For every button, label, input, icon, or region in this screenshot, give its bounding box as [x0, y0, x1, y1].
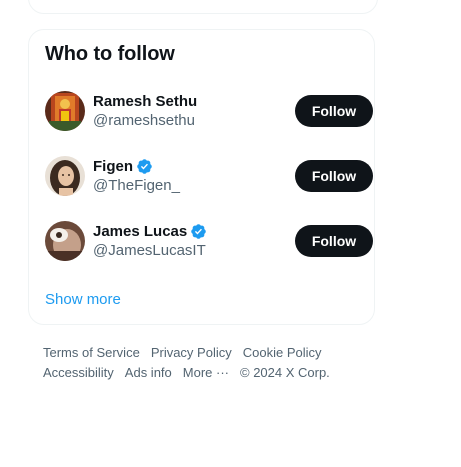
who-to-follow-card: Who to follow Ramesh Sethu @rameshsethu …	[28, 29, 375, 325]
user-row-thefigen[interactable]: Figen @TheFigen_ Follow	[45, 156, 373, 198]
footer-links: Terms of Service Privacy Policy Cookie P…	[43, 343, 363, 383]
privacy-policy-link[interactable]: Privacy Policy	[151, 343, 232, 363]
more-menu-button[interactable]: More ···	[183, 363, 229, 383]
user-name[interactable]: Figen	[93, 158, 133, 175]
follow-button-jameslucasit[interactable]: Follow	[295, 225, 373, 257]
user-row-rameshsethu[interactable]: Ramesh Sethu @rameshsethu Follow	[45, 91, 373, 133]
user-name-line: Figen	[93, 156, 153, 176]
avatar-rameshsethu[interactable]	[45, 91, 85, 131]
avatar-image	[45, 221, 85, 261]
user-name[interactable]: James Lucas	[93, 223, 187, 240]
footer-line-2: Accessibility Ads info More ··· © 2024 X…	[43, 363, 363, 383]
user-name-line: James Lucas	[93, 221, 207, 241]
user-handle[interactable]: @TheFigen_	[93, 177, 180, 194]
follow-button-rameshsethu[interactable]: Follow	[295, 95, 373, 127]
ads-info-link[interactable]: Ads info	[125, 363, 172, 383]
verified-badge-icon	[190, 223, 207, 240]
verified-badge-icon	[136, 158, 153, 175]
user-handle[interactable]: @rameshsethu	[93, 112, 195, 129]
show-more-link[interactable]: Show more	[45, 291, 121, 308]
user-handle[interactable]: @JamesLucasIT	[93, 242, 206, 259]
footer-line-1: Terms of Service Privacy Policy Cookie P…	[43, 343, 363, 363]
avatar-image	[45, 156, 85, 196]
accessibility-link[interactable]: Accessibility	[43, 363, 114, 383]
follow-button-thefigen[interactable]: Follow	[295, 160, 373, 192]
cookie-policy-link[interactable]: Cookie Policy	[243, 343, 322, 363]
avatar-image	[45, 91, 85, 131]
user-row-jameslucasit[interactable]: James Lucas @JamesLucasIT Follow	[45, 221, 373, 263]
terms-of-service-link[interactable]: Terms of Service	[43, 343, 140, 363]
previous-card-bottom	[28, 0, 378, 14]
avatar-jameslucasit[interactable]	[45, 221, 85, 261]
user-name[interactable]: Ramesh Sethu	[93, 93, 197, 110]
copyright-text: © 2024 X Corp.	[240, 365, 330, 380]
avatar-thefigen[interactable]	[45, 156, 85, 196]
user-name-line: Ramesh Sethu	[93, 91, 197, 111]
who-to-follow-title: Who to follow	[45, 43, 175, 65]
